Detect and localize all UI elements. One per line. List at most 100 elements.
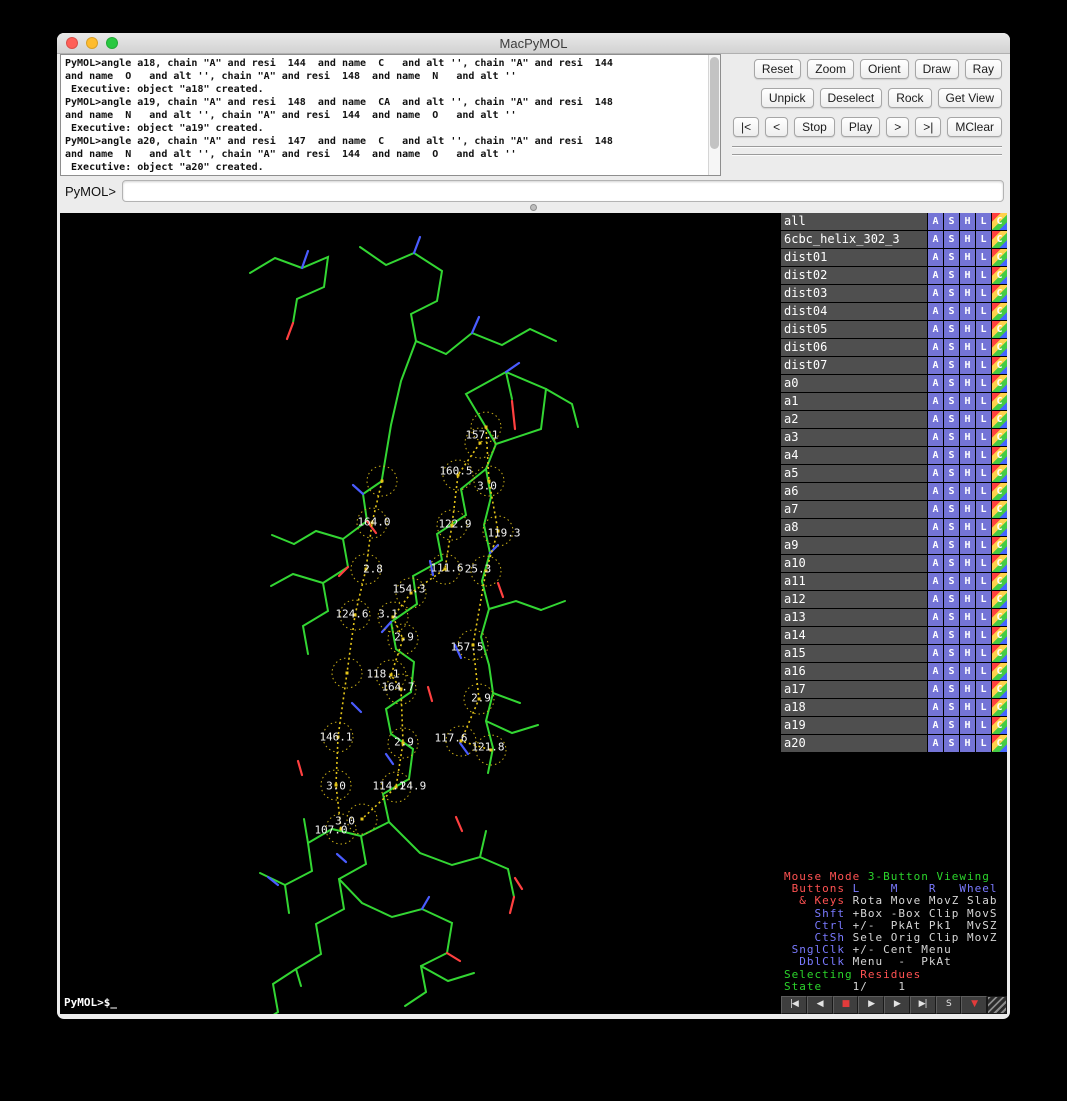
- zoom-window-icon[interactable]: [106, 37, 118, 49]
- object-s-button[interactable]: S: [944, 285, 959, 302]
- object-c-button[interactable]: C: [992, 267, 1007, 284]
- object-a-button[interactable]: A: [928, 429, 943, 446]
- object-l-button[interactable]: L: [976, 339, 991, 356]
- object-s-button[interactable]: S: [944, 501, 959, 518]
- object-name[interactable]: dist02: [781, 267, 927, 284]
- object-name[interactable]: dist05: [781, 321, 927, 338]
- object-a-button[interactable]: A: [928, 573, 943, 590]
- object-name[interactable]: a5: [781, 465, 927, 482]
- object-c-button[interactable]: C: [992, 285, 1007, 302]
- object-l-button[interactable]: L: [976, 591, 991, 608]
- object-l-button[interactable]: L: [976, 519, 991, 536]
- object-a-button[interactable]: A: [928, 285, 943, 302]
- object-c-button[interactable]: C: [992, 411, 1007, 428]
- object-c-button[interactable]: C: [992, 339, 1007, 356]
- object-c-button[interactable]: C: [992, 645, 1007, 662]
- object-l-button[interactable]: L: [976, 735, 991, 752]
- object-h-button[interactable]: H: [960, 249, 975, 266]
- object-s-button[interactable]: S: [944, 483, 959, 500]
- object-name[interactable]: a12: [781, 591, 927, 608]
- object-s-button[interactable]: S: [944, 609, 959, 626]
- object-s-button[interactable]: S: [944, 465, 959, 482]
- object-c-button[interactable]: C: [992, 663, 1007, 680]
- object-h-button[interactable]: H: [960, 375, 975, 392]
- button-stop[interactable]: Stop: [794, 117, 835, 137]
- object-a-button[interactable]: A: [928, 519, 943, 536]
- object-name[interactable]: a4: [781, 447, 927, 464]
- object-c-button[interactable]: C: [992, 393, 1007, 410]
- object-l-button[interactable]: L: [976, 393, 991, 410]
- object-name[interactable]: dist04: [781, 303, 927, 320]
- object-s-button[interactable]: S: [944, 339, 959, 356]
- button-deselect[interactable]: Deselect: [820, 88, 883, 108]
- object-a-button[interactable]: A: [928, 249, 943, 266]
- object-h-button[interactable]: H: [960, 483, 975, 500]
- object-l-button[interactable]: L: [976, 285, 991, 302]
- object-h-button[interactable]: H: [960, 231, 975, 248]
- object-c-button[interactable]: C: [992, 501, 1007, 518]
- object-c-button[interactable]: C: [992, 681, 1007, 698]
- object-name[interactable]: dist06: [781, 339, 927, 356]
- object-c-button[interactable]: C: [992, 231, 1007, 248]
- step-forward-button[interactable]: ▶: [884, 996, 910, 1014]
- object-name[interactable]: a8: [781, 519, 927, 536]
- object-l-button[interactable]: L: [976, 465, 991, 482]
- object-c-button[interactable]: C: [992, 465, 1007, 482]
- object-name[interactable]: a13: [781, 609, 927, 626]
- button-[interactable]: >: [886, 117, 909, 137]
- object-a-button[interactable]: A: [928, 537, 943, 554]
- object-name[interactable]: a6: [781, 483, 927, 500]
- button-mclear[interactable]: MClear: [947, 117, 1002, 137]
- object-h-button[interactable]: H: [960, 303, 975, 320]
- object-s-button[interactable]: S: [944, 357, 959, 374]
- object-name[interactable]: a19: [781, 717, 927, 734]
- object-name[interactable]: dist03: [781, 285, 927, 302]
- fast-forward-button[interactable]: ▶|: [910, 996, 936, 1014]
- object-s-button[interactable]: S: [944, 303, 959, 320]
- object-h-button[interactable]: H: [960, 555, 975, 572]
- object-name[interactable]: a10: [781, 555, 927, 572]
- object-a-button[interactable]: A: [928, 213, 943, 230]
- object-a-button[interactable]: A: [928, 735, 943, 752]
- object-l-button[interactable]: L: [976, 231, 991, 248]
- minimize-window-icon[interactable]: [86, 37, 98, 49]
- object-l-button[interactable]: L: [976, 303, 991, 320]
- rewind-button[interactable]: |◀: [781, 996, 807, 1014]
- stop-button[interactable]: ■: [833, 996, 859, 1014]
- object-h-button[interactable]: H: [960, 573, 975, 590]
- close-window-icon[interactable]: [66, 37, 78, 49]
- object-c-button[interactable]: C: [992, 519, 1007, 536]
- object-h-button[interactable]: H: [960, 699, 975, 716]
- object-c-button[interactable]: C: [992, 627, 1007, 644]
- object-h-button[interactable]: H: [960, 645, 975, 662]
- object-s-button[interactable]: S: [944, 411, 959, 428]
- object-h-button[interactable]: H: [960, 321, 975, 338]
- object-h-button[interactable]: H: [960, 591, 975, 608]
- object-h-button[interactable]: H: [960, 339, 975, 356]
- object-l-button[interactable]: L: [976, 429, 991, 446]
- object-name[interactable]: a11: [781, 573, 927, 590]
- object-c-button[interactable]: C: [992, 375, 1007, 392]
- object-name[interactable]: 6cbc_helix_302_3: [781, 231, 927, 248]
- object-h-button[interactable]: H: [960, 681, 975, 698]
- object-s-button[interactable]: S: [944, 555, 959, 572]
- object-h-button[interactable]: H: [960, 519, 975, 536]
- object-name[interactable]: a15: [781, 645, 927, 662]
- object-s-button[interactable]: S: [944, 573, 959, 590]
- object-s-button[interactable]: S: [944, 213, 959, 230]
- object-name[interactable]: a9: [781, 537, 927, 554]
- object-name[interactable]: all: [781, 213, 927, 230]
- object-name[interactable]: a7: [781, 501, 927, 518]
- step-back-button[interactable]: ◀: [807, 996, 833, 1014]
- object-a-button[interactable]: A: [928, 375, 943, 392]
- object-s-button[interactable]: S: [944, 375, 959, 392]
- object-a-button[interactable]: A: [928, 267, 943, 284]
- object-c-button[interactable]: C: [992, 555, 1007, 572]
- resize-grip-icon[interactable]: [987, 996, 1007, 1014]
- object-l-button[interactable]: L: [976, 375, 991, 392]
- object-h-button[interactable]: H: [960, 609, 975, 626]
- object-a-button[interactable]: A: [928, 357, 943, 374]
- object-l-button[interactable]: L: [976, 663, 991, 680]
- object-a-button[interactable]: A: [928, 555, 943, 572]
- object-s-button[interactable]: S: [944, 249, 959, 266]
